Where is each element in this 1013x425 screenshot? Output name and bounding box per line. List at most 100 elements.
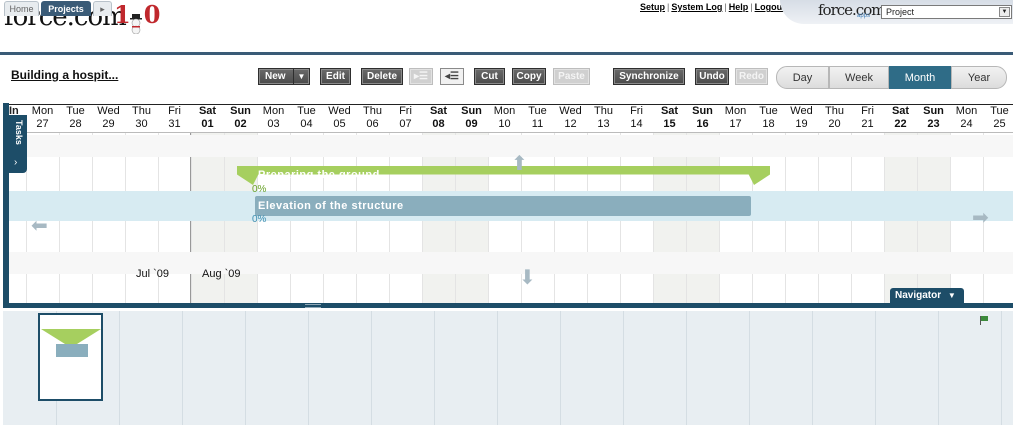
day-header: Sun 02 xyxy=(224,105,257,131)
day-number: 20 xyxy=(828,118,841,130)
redo-button[interactable]: Redo xyxy=(735,68,768,85)
project-title[interactable]: Building a hospit... xyxy=(11,68,118,82)
navigator-grid-line xyxy=(119,311,120,425)
view-day-button[interactable]: Day xyxy=(776,66,829,89)
day-header: Wed 19 xyxy=(785,105,818,131)
help-link[interactable]: Help xyxy=(729,2,749,12)
day-name: Sat xyxy=(660,105,679,117)
tab-home[interactable]: Home xyxy=(4,1,39,16)
navigator-grid-line xyxy=(938,311,939,425)
navigator-grid-line xyxy=(875,311,876,425)
scroll-left-icon[interactable]: ⬅ xyxy=(31,216,48,236)
day-number: 16 xyxy=(696,118,709,130)
snowman-icon xyxy=(130,14,142,34)
day-number: 03 xyxy=(267,118,280,130)
chevron-right-icon: ▸ xyxy=(100,4,105,14)
day-header: Tue 25 xyxy=(983,105,1013,131)
navigator-toggle[interactable]: Navigator ▼ xyxy=(890,288,964,305)
view-year-button[interactable]: Year xyxy=(951,66,1007,89)
indent-icon: ▸☰ xyxy=(414,71,428,82)
day-name: Sat xyxy=(891,105,910,117)
day-header: Tue 28 xyxy=(59,105,92,131)
outdent-button[interactable]: ◂☰ xyxy=(440,68,464,85)
edit-button[interactable]: Edit xyxy=(320,68,351,85)
navigator-grid-line xyxy=(371,311,372,425)
month-label: Jul `09 xyxy=(136,268,170,280)
day-header: Fri 31 xyxy=(158,105,191,131)
day-name: Sun xyxy=(461,105,482,117)
navigator-grid-line xyxy=(308,311,309,425)
day-number: 31 xyxy=(168,118,181,130)
day-name: Tue xyxy=(66,105,85,117)
day-header: Thu 20 xyxy=(818,105,851,131)
day-name: Tue xyxy=(528,105,547,117)
day-number: 22 xyxy=(894,118,907,130)
tab-projects[interactable]: Projects xyxy=(41,1,91,16)
day-name: Sun xyxy=(692,105,713,117)
task-progress: 0% xyxy=(252,184,267,195)
chevron-down-icon: ▼ xyxy=(293,69,309,84)
navigator-grid-line xyxy=(686,311,687,425)
day-number: 07 xyxy=(399,118,412,130)
setup-link[interactable]: Setup xyxy=(640,2,665,12)
copy-button[interactable]: Copy xyxy=(512,68,546,85)
chevron-right-icon: › xyxy=(14,157,18,168)
day-header: Sat 01 xyxy=(191,105,224,131)
day-name: Thu xyxy=(825,105,844,117)
apps-sublabel: apps xyxy=(857,13,871,19)
day-header: Mon 10 xyxy=(488,105,521,131)
day-name: Fri xyxy=(399,105,412,117)
navigator-grid-line xyxy=(434,311,435,425)
day-name: Mon xyxy=(493,105,516,117)
day-header: Sun 16 xyxy=(686,105,719,131)
paste-button[interactable]: Paste xyxy=(553,68,590,85)
indent-button[interactable]: ▸☰ xyxy=(409,68,433,85)
new-button[interactable]: New ▼ xyxy=(258,68,310,85)
navigator-grid-line xyxy=(749,311,750,425)
day-number: 12 xyxy=(564,118,577,130)
view-month-button[interactable]: Month xyxy=(889,66,951,89)
flag-icon[interactable] xyxy=(979,315,989,325)
day-name: Wed xyxy=(559,105,582,117)
day-name: Tue xyxy=(990,105,1009,117)
view-week-button[interactable]: Week xyxy=(829,66,889,89)
month-label: Aug `09 xyxy=(202,268,241,280)
day-name: Mon xyxy=(724,105,747,117)
task-label: Preparing the ground xyxy=(258,169,380,181)
scroll-right-icon[interactable]: ➡ xyxy=(972,208,989,228)
app-select[interactable]: Project ▼ xyxy=(881,5,1012,19)
day-name: Fri xyxy=(861,105,874,117)
day-name: Wed xyxy=(790,105,813,117)
cut-button[interactable]: Cut xyxy=(474,68,505,85)
task-progress: 0% xyxy=(252,214,267,225)
tab-more-button[interactable]: ▸ xyxy=(93,1,112,16)
undo-button[interactable]: Undo xyxy=(695,68,729,85)
tasks-panel-toggle[interactable]: Tasks › xyxy=(9,115,27,173)
scroll-down-icon[interactable]: ⬇ xyxy=(519,268,536,288)
navigator-grid-line xyxy=(560,311,561,425)
system-log-link[interactable]: System Log xyxy=(671,2,722,12)
day-name: Mon xyxy=(31,105,54,117)
day-header: Fri 07 xyxy=(389,105,422,131)
day-header: Tue 18 xyxy=(752,105,785,131)
navigator-viewport[interactable] xyxy=(38,313,103,401)
day-name: Fri xyxy=(630,105,643,117)
day-number: 13 xyxy=(597,118,610,130)
navigator-panel[interactable] xyxy=(3,311,1013,425)
day-header: Mon 03 xyxy=(257,105,290,131)
synchronize-button[interactable]: Synchronize xyxy=(613,68,685,85)
day-name: Wed xyxy=(328,105,351,117)
day-number: 24 xyxy=(960,118,973,130)
top-links: Setup | System Log | Help | Logout xyxy=(640,2,786,12)
day-number: 09 xyxy=(465,118,478,130)
scroll-up-icon[interactable]: ⬆ xyxy=(511,154,528,174)
day-name: Thu xyxy=(594,105,613,117)
day-number: 30 xyxy=(135,118,148,130)
app-select-value: Project xyxy=(886,7,915,17)
day-header: Wed 05 xyxy=(323,105,356,131)
day-header: Thu 13 xyxy=(587,105,620,131)
splitter-handle[interactable] xyxy=(305,304,321,308)
day-number: 19 xyxy=(795,118,808,130)
chevron-down-icon: ▼ xyxy=(999,7,1010,17)
delete-button[interactable]: Delete xyxy=(361,68,403,85)
